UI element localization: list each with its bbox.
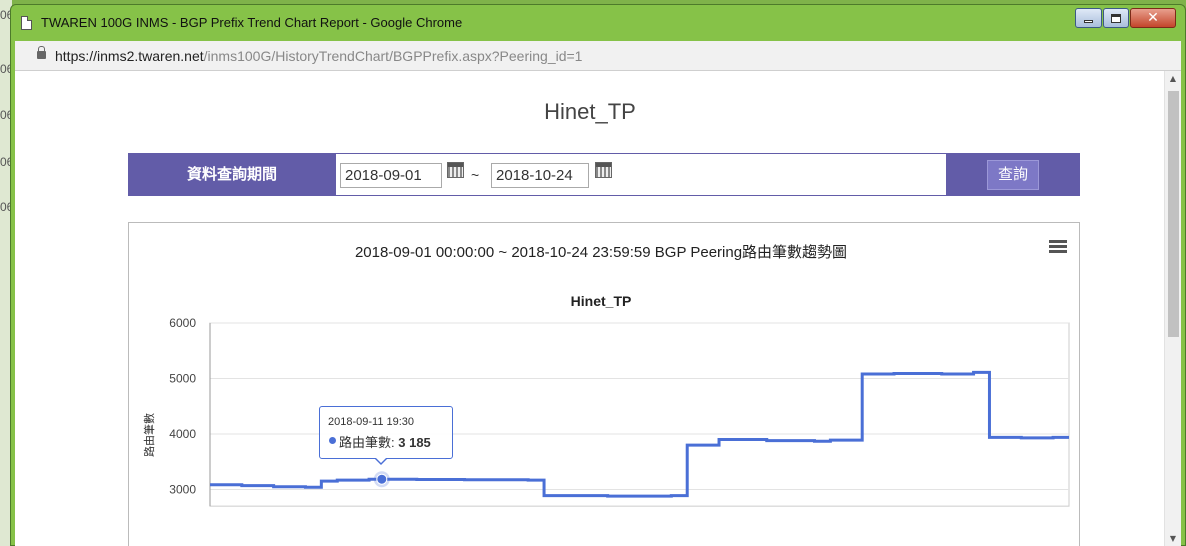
url-text[interactable]: https://inms2.twaren.net/inms100G/Histor… <box>55 48 582 64</box>
close-button[interactable]: ✕ <box>1130 8 1176 28</box>
title-bar[interactable]: TWAREN 100G INMS - BGP Prefix Trend Char… <box>11 5 1185 41</box>
maximize-button[interactable] <box>1103 8 1129 28</box>
minimize-icon <box>1084 19 1093 23</box>
query-bar: 資料查詢期間 ~ 查詢 <box>128 153 1080 196</box>
url-host: https://inms2.twaren.net <box>55 48 204 64</box>
y-tick-label: 6000 <box>169 316 196 330</box>
date-range-panel: ~ <box>336 154 946 195</box>
minimize-button[interactable] <box>1075 8 1102 28</box>
tooltip-value: 3 185 <box>398 435 431 450</box>
maximize-icon <box>1111 13 1121 23</box>
url-path: /inms100G/HistoryTrendChart/BGPPrefix.as… <box>203 48 583 64</box>
range-separator: ~ <box>471 167 480 183</box>
address-bar[interactable]: https://inms2.twaren.net/inms100G/Histor… <box>15 41 1181 71</box>
query-button[interactable]: 查詢 <box>987 160 1039 190</box>
tooltip-value-row: 路由筆數: 3 185 <box>339 435 431 450</box>
tooltip-series-name: 路由筆數 <box>339 435 392 450</box>
browser-window: TWAREN 100G INMS - BGP Prefix Trend Char… <box>10 4 1186 546</box>
y-tick-label: 3000 <box>169 483 196 497</box>
close-icon: ✕ <box>1147 10 1159 26</box>
lock-icon <box>37 46 46 59</box>
calendar-icon[interactable] <box>595 162 612 178</box>
tooltip-date: 2018-09-11 19:30 <box>328 416 415 428</box>
chart-container: 2018-09-01 00:00:00 ~ 2018-10-24 23:59:5… <box>128 222 1080 546</box>
y-axis-label: 路由筆數 <box>142 413 156 457</box>
tooltip-series-marker <box>329 437 336 444</box>
calendar-icon[interactable] <box>447 162 464 178</box>
start-date-input[interactable] <box>340 163 442 188</box>
vertical-scrollbar[interactable]: ▲ ▼ <box>1164 71 1181 546</box>
scroll-thumb[interactable] <box>1168 91 1179 337</box>
page-title: Hinet_TP <box>544 99 636 124</box>
scroll-up-arrow-icon[interactable]: ▲ <box>1165 71 1181 87</box>
tooltip-pointer <box>374 457 388 465</box>
window-title: TWAREN 100G INMS - BGP Prefix Trend Char… <box>41 15 463 30</box>
trend-chart[interactable]: 6000 5000 4000 3000 路由筆數 <box>129 223 1079 546</box>
end-date-input[interactable] <box>491 163 589 188</box>
page-viewport: Hinet_TP 資料查詢期間 ~ 查詢 2018-09-01 00:00:00… <box>15 71 1181 546</box>
chart-tooltip: 2018-09-11 19:30 路由筆數: 3 185 <box>319 406 453 459</box>
page-icon <box>21 16 32 30</box>
y-tick-label: 4000 <box>169 427 196 441</box>
y-tick-label: 5000 <box>169 372 196 386</box>
scroll-down-arrow-icon[interactable]: ▼ <box>1165 531 1181 546</box>
hover-point <box>376 473 388 485</box>
query-period-label: 資料查詢期間 <box>186 166 277 183</box>
